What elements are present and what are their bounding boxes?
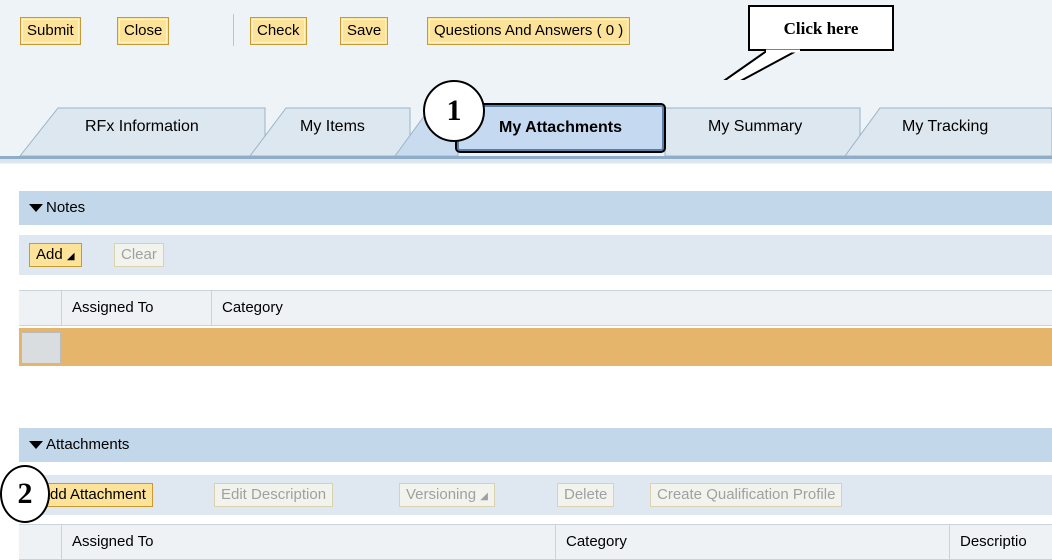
col-assigned-to[interactable]: Assigned To: [61, 291, 211, 325]
questions-answers-button[interactable]: Questions And Answers ( 0 ): [427, 17, 631, 45]
dropdown-arrow-icon: ◢: [66, 251, 75, 262]
notes-table-row[interactable]: [19, 328, 1052, 366]
tab-my-items[interactable]: My Items: [300, 118, 365, 136]
col-assigned-to[interactable]: Assigned To: [61, 525, 575, 559]
tab-rfx-information[interactable]: RFx Information: [85, 118, 199, 136]
save-button[interactable]: Save: [340, 17, 389, 45]
notes-add-button[interactable]: Add ◢: [29, 243, 82, 267]
edit-description-button[interactable]: Edit Description: [214, 483, 334, 507]
delete-button[interactable]: Delete: [557, 483, 615, 507]
close-button[interactable]: Close: [117, 17, 170, 45]
notes-clear-button[interactable]: Clear: [114, 243, 164, 267]
attachments-table-header: Assigned To Category Descriptio: [19, 524, 1052, 560]
step-1-marker: 1: [423, 80, 485, 142]
col-description[interactable]: Descriptio: [949, 525, 1052, 559]
step-2-marker: 2: [0, 465, 50, 523]
toolbar-separator: [233, 14, 234, 46]
notes-toolbar: Add ◢ Clear: [19, 235, 1052, 275]
notes-section-header[interactable]: Notes: [19, 191, 1052, 225]
create-qualification-profile-button[interactable]: Create Qualification Profile: [650, 483, 843, 507]
attachments-toolbar: Add Attachment Edit Description Versioni…: [19, 475, 1052, 515]
check-button[interactable]: Check: [250, 17, 307, 45]
notes-add-label: Add: [36, 246, 63, 263]
collapse-triangle-icon: [29, 441, 43, 450]
versioning-button[interactable]: Versioning ◢: [399, 483, 495, 507]
collapse-triangle-icon: [29, 204, 43, 213]
tab-my-attachments[interactable]: My Attachments: [455, 103, 666, 153]
notes-table-header: Assigned To Category: [19, 290, 1052, 326]
attachments-title: Attachments: [46, 436, 130, 453]
tab-underline-shadow: [0, 159, 1052, 163]
versioning-label: Versioning: [406, 486, 477, 503]
attachments-section-header[interactable]: Attachments: [19, 428, 1052, 462]
dropdown-arrow-icon: ◢: [480, 491, 488, 502]
col-category[interactable]: Category: [211, 291, 1052, 325]
col-category[interactable]: Category: [555, 525, 949, 559]
row-selector[interactable]: [21, 332, 61, 364]
tab-my-tracking[interactable]: My Tracking: [902, 118, 988, 136]
submit-button[interactable]: Submit: [20, 17, 81, 45]
notes-title: Notes: [46, 199, 86, 216]
tab-my-summary[interactable]: My Summary: [708, 118, 802, 136]
add-attachment-button[interactable]: Add Attachment: [33, 483, 153, 507]
